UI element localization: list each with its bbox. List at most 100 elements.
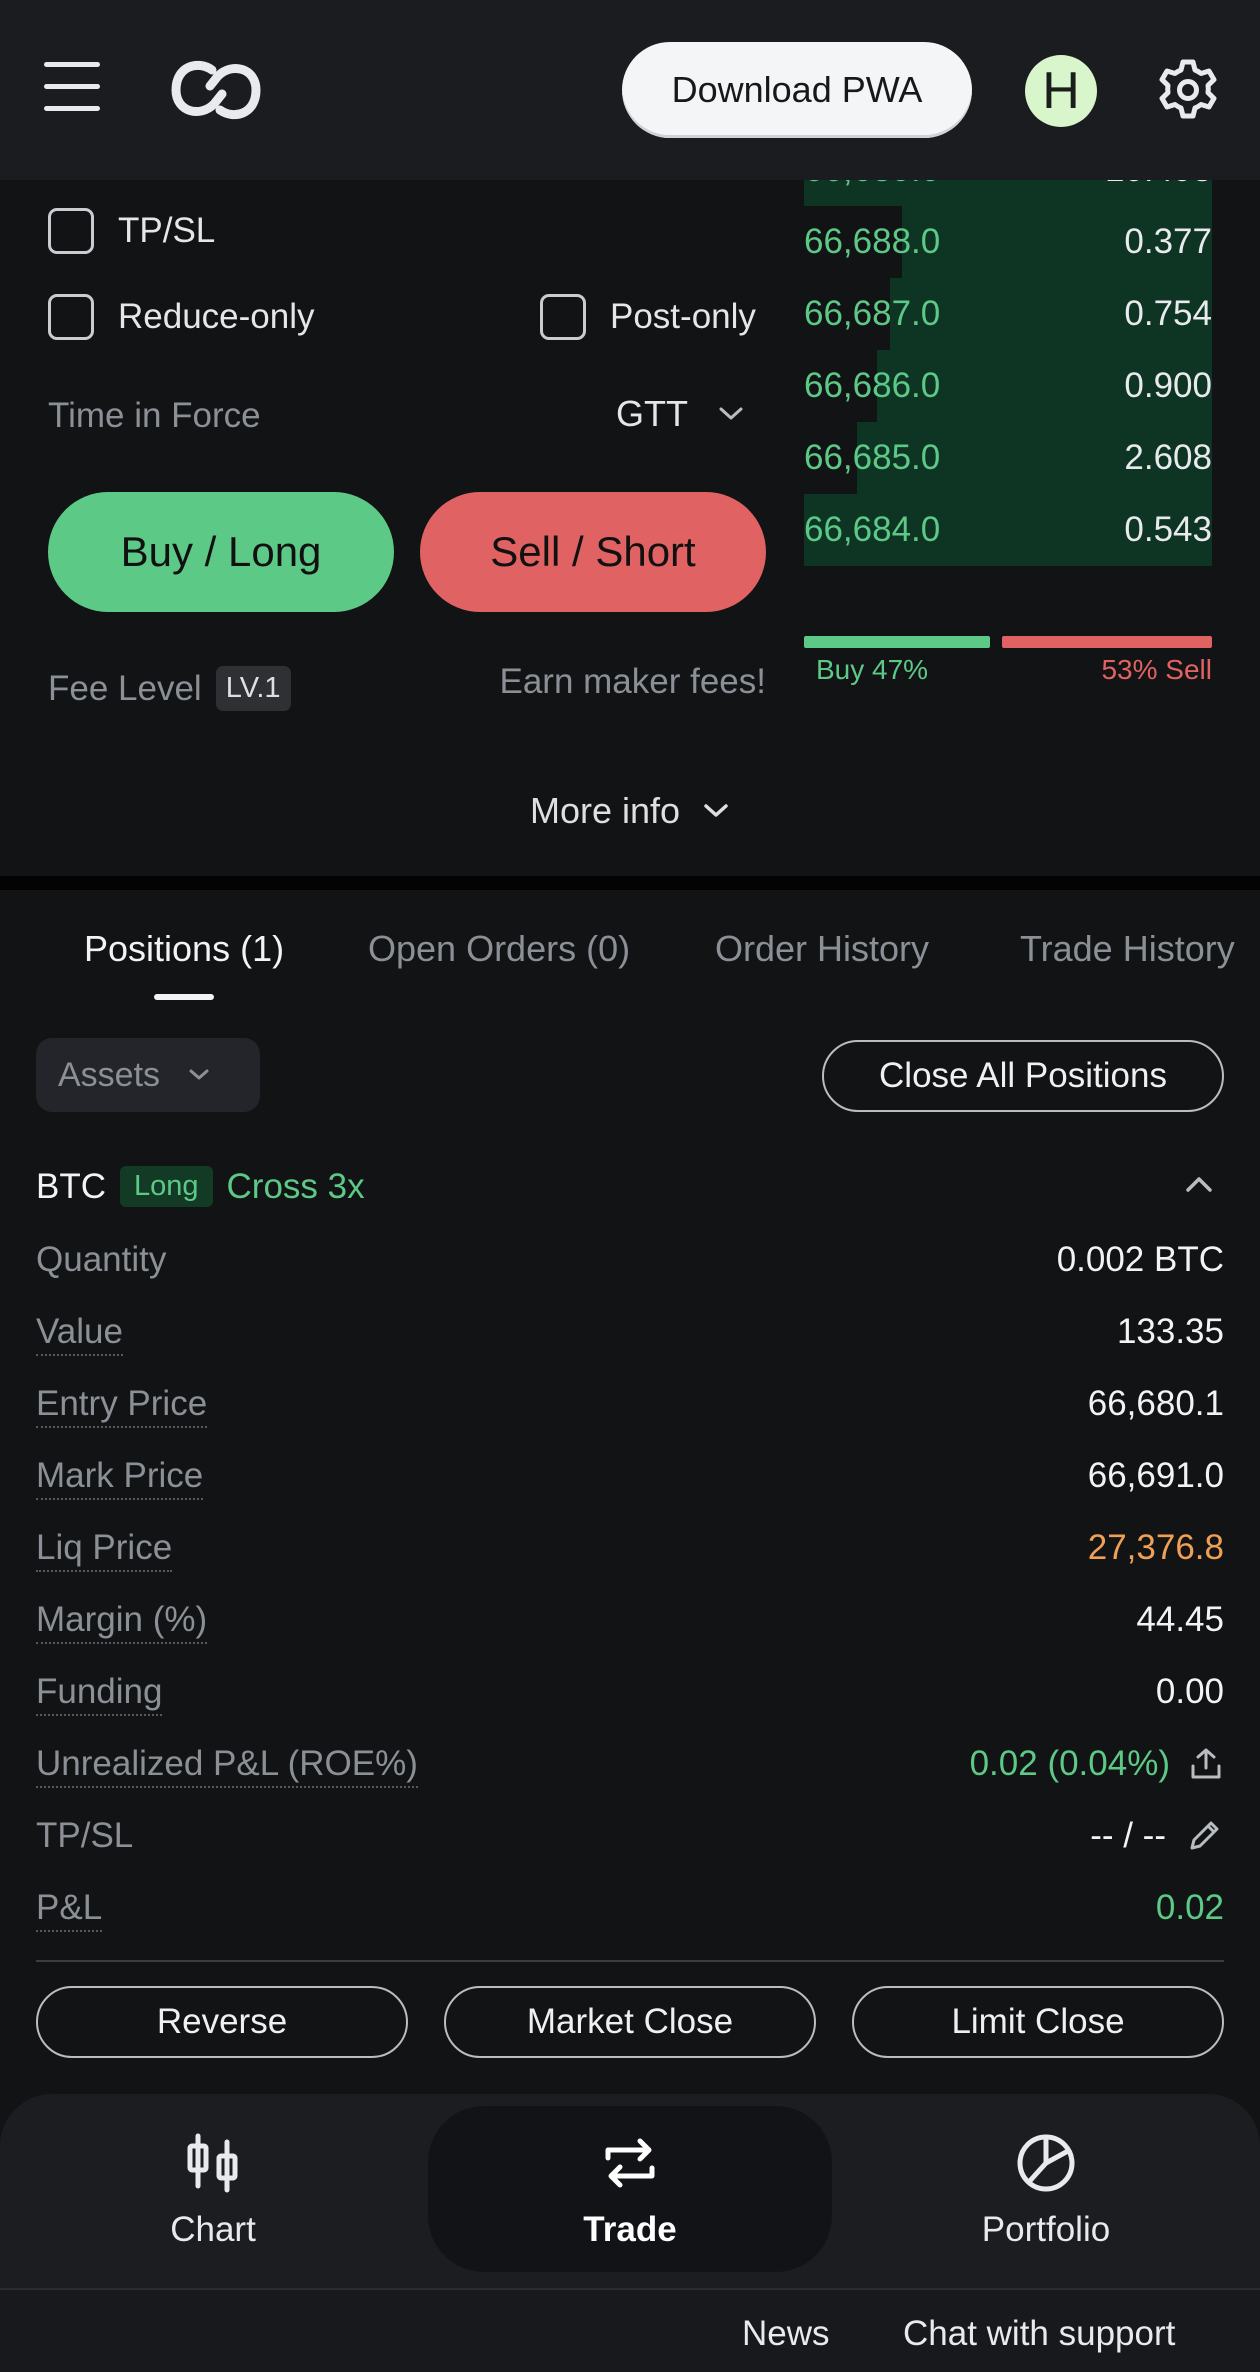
assets-label: Assets xyxy=(58,1055,161,1094)
field-label[interactable]: Value xyxy=(36,1312,123,1356)
order-book-price: 66,688.0 xyxy=(804,222,941,261)
position-divider xyxy=(36,1960,1224,1962)
order-book-row[interactable]: 66,685.0 2.608 xyxy=(804,422,1212,494)
field-value: 44.45 xyxy=(1136,1600,1224,1639)
order-book-row[interactable]: 66,686.0 0.900 xyxy=(804,350,1212,422)
post-only-checkbox[interactable] xyxy=(540,294,586,340)
field-label[interactable]: Funding xyxy=(36,1672,163,1716)
bottom-nav: Chart Trade Portfolio xyxy=(0,2094,1260,2288)
time-in-force-select[interactable]: GTT xyxy=(616,393,744,435)
position-header: BTC Long Cross 3x xyxy=(36,1166,365,1207)
order-book-price: 66,684.0 xyxy=(804,510,941,549)
active-tab-indicator xyxy=(154,994,214,1000)
field-value: 27,376.8 xyxy=(1087,1528,1224,1567)
menu-icon[interactable] xyxy=(44,62,100,112)
limit-close-button[interactable]: Limit Close xyxy=(852,1986,1224,2058)
chart-icon xyxy=(187,2133,238,2193)
field-value: 66,680.1 xyxy=(1087,1384,1224,1423)
chat-support-link[interactable]: Chat with support xyxy=(903,2314,1175,2354)
post-only-label: Post-only xyxy=(610,297,756,336)
field-label[interactable]: Entry Price xyxy=(36,1384,208,1428)
news-link[interactable]: News xyxy=(742,2314,830,2354)
field-value-wrap: 0.02 (0.04%) xyxy=(970,1744,1224,1784)
position-row-value: Value 133.35 xyxy=(36,1312,1224,1372)
footer-bar: News Chat with support xyxy=(0,2288,1260,2372)
field-value: 133.35 xyxy=(1116,1312,1224,1351)
order-book-size: 0.543 xyxy=(1124,510,1212,549)
pencil-icon[interactable] xyxy=(1184,1816,1224,1856)
field-value: -- / -- xyxy=(1090,1816,1166,1855)
position-row-margin: Margin (%) 44.45 xyxy=(36,1600,1224,1660)
buy-long-button[interactable]: Buy / Long xyxy=(48,492,394,612)
tpsl-checkbox-row[interactable]: TP/SL xyxy=(48,208,215,254)
position-row-pnl: P&L 0.02 xyxy=(36,1888,1224,1948)
position-symbol: BTC xyxy=(36,1166,106,1206)
order-book-row[interactable]: 66,688.0 0.377 xyxy=(804,206,1212,278)
position-side-badge: Long xyxy=(120,1166,213,1207)
reduce-only-checkbox[interactable] xyxy=(48,294,94,340)
reverse-button[interactable]: Reverse xyxy=(36,1986,408,2058)
fee-level-label: Fee Level xyxy=(48,668,202,708)
field-value-wrap: -- / -- xyxy=(1090,1816,1224,1856)
time-in-force-label: Time in Force xyxy=(48,396,261,435)
sell-short-button[interactable]: Sell / Short xyxy=(420,492,766,612)
order-book-price: 66,685.0 xyxy=(804,438,941,477)
close-all-positions-button[interactable]: Close All Positions xyxy=(822,1040,1224,1112)
share-icon[interactable] xyxy=(1188,1746,1224,1782)
gear-icon[interactable] xyxy=(1156,58,1220,122)
nav-portfolio-label: Portfolio xyxy=(981,2210,1111,2249)
position-row-liq-price: Liq Price 27,376.8 xyxy=(36,1528,1224,1588)
download-pwa-button[interactable]: Download PWA xyxy=(622,42,972,138)
position-row-unrealized-pnl: Unrealized P&L (ROE%) 0.02 (0.04%) xyxy=(36,1744,1224,1804)
more-info-label: More info xyxy=(529,790,681,831)
field-label[interactable]: Margin (%) xyxy=(36,1600,208,1644)
nav-chart[interactable]: Chart xyxy=(63,2094,363,2288)
field-value: 0.02 xyxy=(1155,1888,1224,1927)
chevron-up-icon[interactable] xyxy=(1184,1174,1214,1194)
sell-ratio-bar xyxy=(1002,636,1212,648)
order-book-price: 66,687.0 xyxy=(804,294,941,333)
field-label[interactable]: Mark Price xyxy=(36,1456,204,1500)
order-book-price: 66,686.0 xyxy=(804,366,941,405)
field-label[interactable]: Liq Price xyxy=(36,1528,173,1572)
avatar[interactable]: H xyxy=(1025,55,1097,127)
chevron-down-icon xyxy=(719,407,743,420)
order-form: TP/SL Reduce-only Post-only Time in Forc… xyxy=(0,180,790,880)
chevron-down-icon xyxy=(704,804,728,817)
order-book-size: 2.608 xyxy=(1124,438,1212,477)
assets-dropdown[interactable]: Assets xyxy=(36,1038,260,1112)
tab-order-history[interactable]: Order History xyxy=(715,928,929,970)
portfolio-icon xyxy=(1017,2134,1075,2192)
order-book-size: 0.754 xyxy=(1124,294,1212,333)
field-value: 66,691.0 xyxy=(1087,1456,1224,1495)
tpsl-checkbox[interactable] xyxy=(48,208,94,254)
maker-fees-link[interactable]: Earn maker fees! xyxy=(500,662,767,702)
field-label: TP/SL xyxy=(36,1816,134,1855)
order-book-size: 0.900 xyxy=(1124,366,1212,405)
position-row-quantity: Quantity 0.002 BTC xyxy=(36,1240,1224,1300)
nav-portfolio[interactable]: Portfolio xyxy=(896,2094,1196,2288)
market-close-button[interactable]: Market Close xyxy=(444,1986,816,2058)
nav-trade[interactable]: Trade xyxy=(480,2094,780,2288)
position-row-mark-price: Mark Price 66,691.0 xyxy=(36,1456,1224,1516)
logo-icon[interactable] xyxy=(168,56,264,124)
fee-level: Fee Level LV.1 xyxy=(48,666,291,711)
field-value: 0.02 (0.04%) xyxy=(969,1744,1170,1783)
field-label[interactable]: P&L xyxy=(36,1888,103,1932)
tab-trade-history[interactable]: Trade History xyxy=(1020,928,1235,970)
order-book: 66,689.0 10.493 66,688.00.37766,687.00.7… xyxy=(804,134,1212,580)
order-book-row[interactable]: 66,684.0 0.543 xyxy=(804,494,1212,566)
trade-icon xyxy=(605,2138,655,2188)
tab-positions[interactable]: Positions (1) xyxy=(84,928,284,970)
reduce-only-row[interactable]: Reduce-only xyxy=(48,294,315,340)
field-label[interactable]: Unrealized P&L (ROE%) xyxy=(36,1744,418,1788)
fee-level-badge: LV.1 xyxy=(215,666,291,711)
nav-trade-label: Trade xyxy=(583,2210,677,2249)
tab-open-orders[interactable]: Open Orders (0) xyxy=(368,928,630,970)
time-in-force-value: GTT xyxy=(616,393,688,434)
field-label: Quantity xyxy=(36,1240,167,1279)
order-book-row[interactable]: 66,687.0 0.754 xyxy=(804,278,1212,350)
post-only-row[interactable]: Post-only xyxy=(540,294,756,340)
buy-ratio-label: Buy 47% xyxy=(816,654,929,685)
more-info-toggle[interactable]: More info xyxy=(0,790,1260,832)
